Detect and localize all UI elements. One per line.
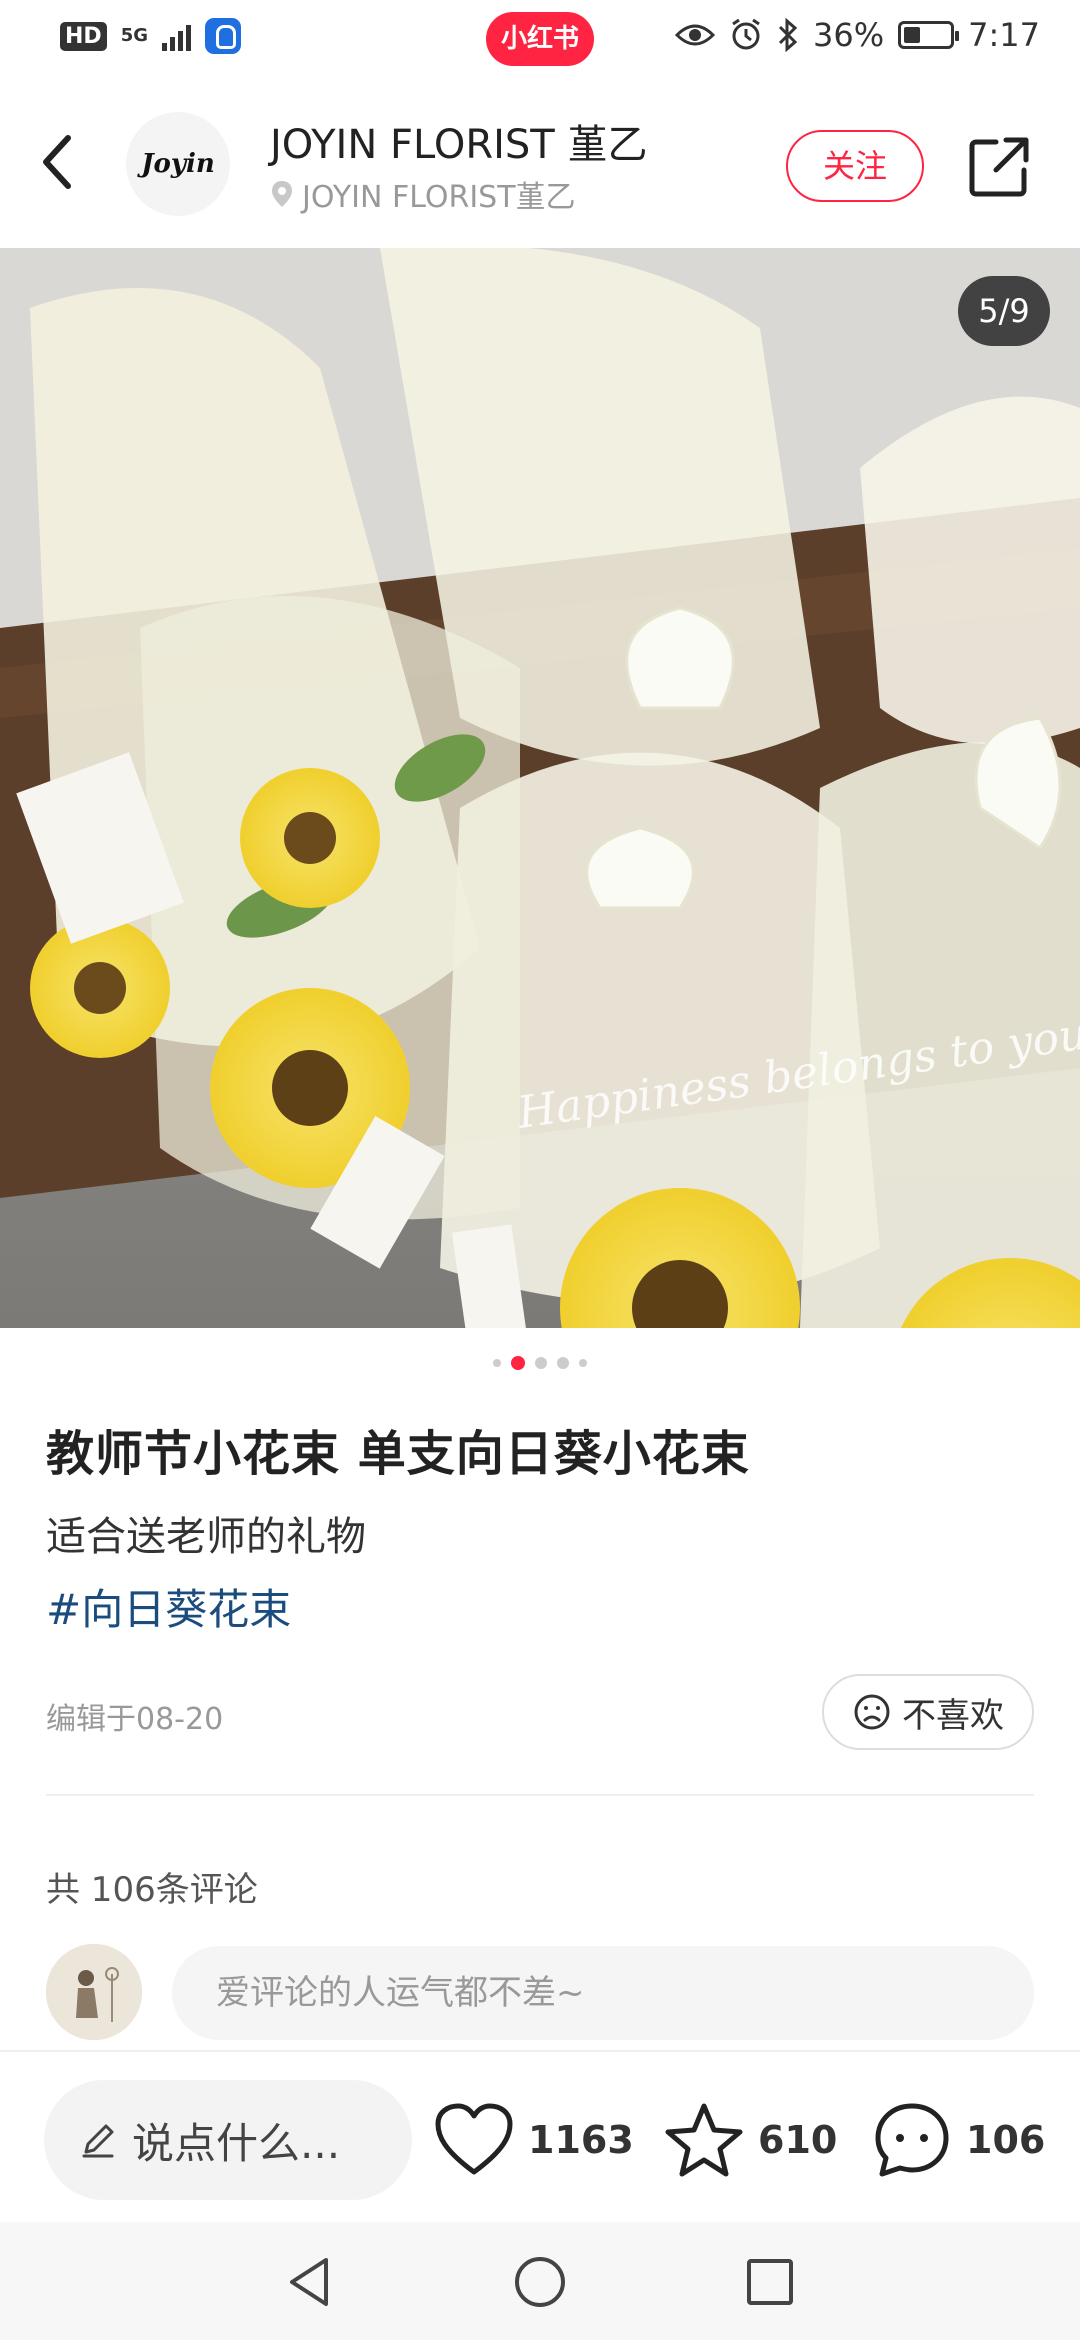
- comment-input[interactable]: 爱评论的人运气都不差~: [172, 1946, 1034, 2040]
- post-description: 适合送老师的礼物: [46, 1514, 366, 1560]
- comment-bubble-icon: [875, 2103, 949, 2177]
- share-icon[interactable]: [966, 134, 1032, 200]
- signal-icon: [162, 21, 191, 51]
- author-location[interactable]: JOYIN FLORIST堇乙: [270, 172, 576, 216]
- carousel-dot: [535, 1357, 547, 1369]
- xiaohongshu-badge: 小红书: [486, 12, 594, 66]
- comment-count-action: 106: [966, 2118, 1046, 2162]
- carousel-dot-active: [511, 1356, 525, 1370]
- dislike-button[interactable]: 不喜欢: [822, 1674, 1034, 1750]
- carousel-dot: [493, 1359, 501, 1367]
- follow-button[interactable]: 关注: [786, 130, 924, 202]
- post-title: 教师节小花束 单支向日葵小花束: [46, 1426, 750, 1482]
- network-type: 5G: [120, 25, 148, 46]
- author-name[interactable]: JOYIN FLORIST 堇乙: [270, 112, 647, 170]
- clock: 7:17: [968, 16, 1040, 54]
- edit-time: 编辑于08-20: [46, 1702, 224, 1737]
- notification-app-icon: [205, 18, 241, 54]
- status-left: HD 5G: [60, 18, 241, 54]
- battery-percent: 36%: [813, 16, 885, 54]
- sunflower-bouquets-illustration: Happiness belongs to you: [0, 248, 1080, 1328]
- location-pin-icon: [272, 181, 292, 207]
- heart-icon: [435, 2103, 513, 2175]
- dislike-label: 不喜欢: [902, 1695, 1004, 1736]
- post-hashtag[interactable]: #向日葵花束: [46, 1576, 291, 1637]
- say-something-label: 说点什么...: [132, 2118, 341, 2168]
- battery-icon: [898, 21, 960, 49]
- nav-back-icon[interactable]: [280, 2252, 340, 2312]
- collect-button[interactable]: 610: [664, 2092, 837, 2188]
- nav-recents-icon[interactable]: [740, 2252, 800, 2312]
- eye-icon: [675, 24, 716, 46]
- author-avatar[interactable]: Joyin: [126, 112, 230, 216]
- carousel-dot: [579, 1359, 587, 1367]
- post-image[interactable]: Happiness belongs to you: [0, 248, 1080, 1328]
- comment-count: 共 106条评论: [46, 1870, 258, 1910]
- divider: [46, 1794, 1034, 1796]
- collect-count: 610: [758, 2118, 838, 2162]
- star-icon: [665, 2103, 743, 2177]
- avatar-logo-text: Joyin: [141, 149, 215, 179]
- sunflower: [240, 768, 380, 908]
- status-right: 36% 7:17: [675, 16, 1040, 54]
- alarm-icon: [732, 18, 760, 50]
- post-header: Joyin JOYIN FLORIST 堇乙 JOYIN FLORIST堇乙 关…: [0, 82, 1080, 248]
- location-label: JOYIN FLORIST堇乙: [302, 180, 576, 215]
- nav-home-icon[interactable]: [510, 2252, 570, 2312]
- comment-button[interactable]: 106: [872, 2092, 1045, 2188]
- back-icon[interactable]: [30, 122, 90, 202]
- user-avatar[interactable]: [46, 1944, 142, 2040]
- pencil-icon: [82, 2124, 114, 2158]
- bottom-action-bar: 说点什么... 1163 610 106: [0, 2050, 1080, 2222]
- carousel-dots: [0, 1356, 1080, 1370]
- system-nav-bar: [0, 2222, 1080, 2340]
- status-bar: HD 5G 小红书 36% 7:17: [0, 0, 1080, 82]
- bluetooth-icon: [778, 18, 798, 52]
- hd-badge: HD: [60, 21, 107, 51]
- like-count: 1163: [528, 2118, 634, 2162]
- say-something-button[interactable]: 说点什么...: [44, 2080, 412, 2200]
- sad-face-icon: [854, 1694, 890, 1730]
- like-button[interactable]: 1163: [434, 2092, 634, 2188]
- image-page-indicator: 5/9: [958, 276, 1050, 346]
- carousel-dot: [557, 1357, 569, 1369]
- sunflower: [30, 918, 170, 1058]
- user-avatar-illustration: [46, 1944, 142, 2040]
